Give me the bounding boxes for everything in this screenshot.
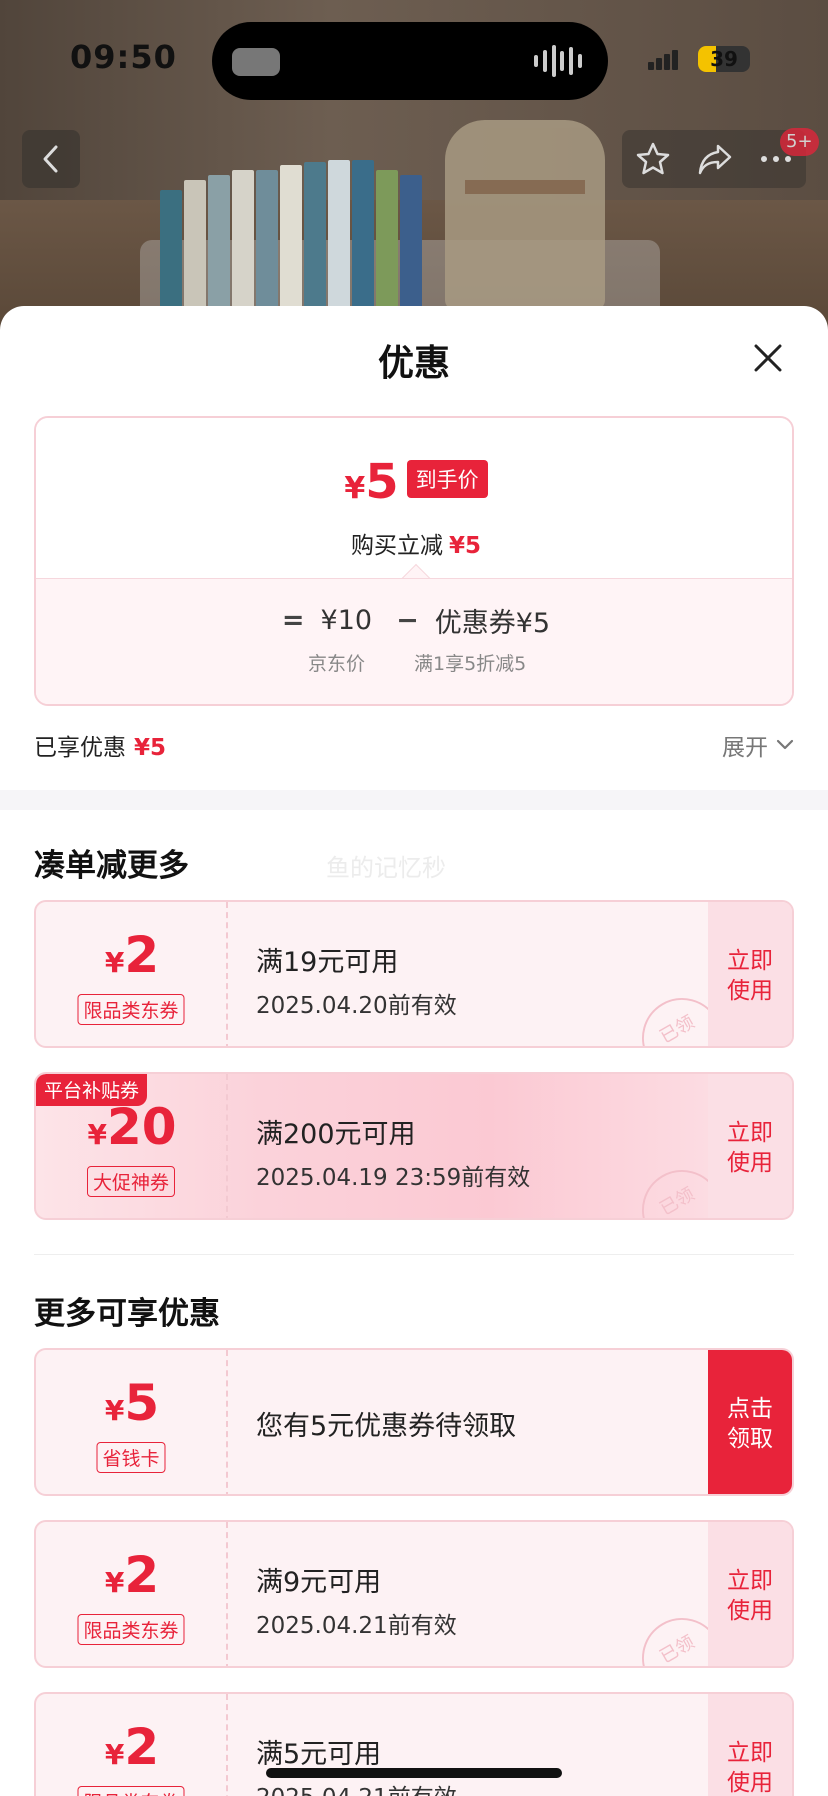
section-title-more-discount: 凑单减更多 xyxy=(34,848,189,884)
price-breakdown-card: ¥5 到手价 购买立减 ¥5 = ¥10 − 优惠券¥5 京东价 满1享5折减5 xyxy=(34,416,794,706)
coupon-card: ¥5 省钱卡 您有5元优惠券待领取 点击 领取 xyxy=(34,1348,794,1496)
status-time: 09:50 xyxy=(70,38,177,76)
coupon-amount: ¥2 xyxy=(104,1718,160,1776)
jd-price-label: 京东价 xyxy=(308,653,366,675)
coupon-type: 限品类东券 xyxy=(77,1786,185,1796)
coupon-card: ¥2 限品类东券 满19元可用 2025.04.20前有效 已领 立即 使用 xyxy=(34,900,794,1048)
coupon-rule: 满1享5折减5 xyxy=(414,653,527,675)
instant-reduce-line: 购买立减 ¥5 xyxy=(350,533,481,559)
coupon-part: 优惠券¥5 xyxy=(434,608,551,639)
coupon-validity: 2025.04.19 23:59前有效 xyxy=(256,1165,531,1191)
coupon-validity: 2025.04.21前有效 xyxy=(256,1613,457,1639)
battery-level: 39 xyxy=(710,47,738,71)
back-button[interactable] xyxy=(22,130,80,188)
enjoyed-discount: 已享优惠 ¥5 xyxy=(34,735,167,761)
watermark: 鱼的记忆秒 xyxy=(326,854,446,882)
final-price-row: ¥5 到手价 xyxy=(36,454,792,510)
close-icon[interactable] xyxy=(748,338,788,378)
header-actions xyxy=(622,130,806,188)
use-now-button[interactable]: 立即 使用 xyxy=(708,1694,792,1796)
coupon-condition: 满200元可用 xyxy=(256,1119,416,1150)
coupon-type: 省钱卡 xyxy=(96,1442,166,1473)
coupon-amount: ¥2 xyxy=(104,1546,160,1604)
chevron-down-icon xyxy=(776,739,794,750)
jd-price: ¥10 xyxy=(320,605,373,636)
dynamic-island xyxy=(212,22,608,100)
more-icon[interactable] xyxy=(759,154,793,164)
media-thumbnail-icon xyxy=(232,48,280,76)
platform-subsidy-ribbon: 平台补贴券 xyxy=(36,1074,148,1106)
final-price-tag: 到手价 xyxy=(406,460,488,498)
use-now-button[interactable]: 立即 使用 xyxy=(708,902,792,1046)
share-icon[interactable] xyxy=(696,142,734,176)
price-formula: = ¥10 − 优惠券¥5 xyxy=(36,601,792,640)
use-now-button[interactable]: 立即 使用 xyxy=(708,1074,792,1218)
coupon-card: ¥2 限品类东券 满5元可用 2025.04.21前有效 立即使用 xyxy=(34,1692,794,1796)
sheet-title: 优惠 xyxy=(377,343,450,384)
expand-button[interactable]: 展开 xyxy=(722,728,794,762)
coupon-pending-text: 您有5元优惠券待领取 xyxy=(256,1411,517,1442)
coupon-amount: ¥2 xyxy=(104,926,160,984)
claim-button[interactable]: 点击 领取 xyxy=(708,1350,792,1494)
battery-icon: 39 xyxy=(698,46,750,72)
audio-wave-icon xyxy=(534,44,582,78)
star-icon[interactable] xyxy=(635,141,671,177)
coupon-condition: 满19元可用 xyxy=(256,947,399,978)
coupon-validity: 2025.04.20前有效 xyxy=(256,993,457,1019)
use-now-button[interactable]: 立即 使用 xyxy=(708,1522,792,1666)
home-indicator[interactable] xyxy=(266,1768,562,1778)
coupon-validity: 2025.04.21前有效 xyxy=(256,1778,457,1796)
discount-sheet: 优惠 ¥5 到手价 购买立减 ¥5 = ¥10 − 优惠券¥5 京东价 满1享5折… xyxy=(0,306,828,1796)
coupon-type: 限品类东券 xyxy=(77,994,185,1025)
coupon-amount: ¥20 xyxy=(87,1098,177,1156)
coupon-card: ¥2 限品类东券 满9元可用 2025.04.21前有效 已领 立即 使用 xyxy=(34,1520,794,1668)
section-title-more-offers: 更多可享优惠 xyxy=(34,1296,220,1332)
more-badge: 5+ xyxy=(780,128,819,156)
coupon-condition: 满9元可用 xyxy=(256,1567,382,1598)
coupon-condition: 满5元可用 xyxy=(256,1739,382,1770)
coupon-card: ¥20 大促神券 平台补贴券 满200元可用 2025.04.19 23:59前… xyxy=(34,1072,794,1220)
coupon-type: 大促神券 xyxy=(86,1166,176,1197)
cellular-signal-icon xyxy=(648,48,678,70)
coupon-amount: ¥5 xyxy=(104,1374,160,1432)
coupon-type: 限品类东券 xyxy=(77,1614,185,1645)
final-price: ¥5 xyxy=(344,454,399,510)
chevron-left-icon xyxy=(43,145,58,173)
